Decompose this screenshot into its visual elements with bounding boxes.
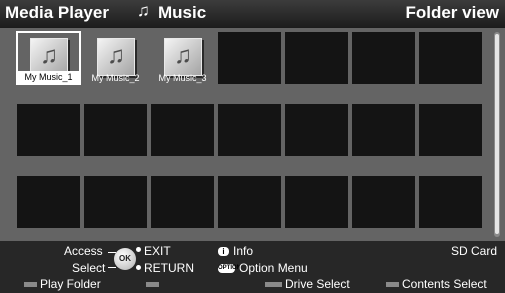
- empty-slot[interactable]: [285, 32, 348, 84]
- app-title: Media Player: [5, 3, 109, 22]
- empty-slot[interactable]: [218, 104, 281, 156]
- info-key: i Info: [218, 244, 253, 258]
- empty-slot[interactable]: [419, 104, 482, 156]
- info-icon: i: [218, 247, 229, 257]
- empty-slot[interactable]: [352, 104, 415, 156]
- contents-select-label: Contents Select: [402, 277, 487, 291]
- empty-slot[interactable]: [151, 104, 214, 156]
- return-label: RETURN: [144, 261, 194, 275]
- yellow-key-swatch: [265, 282, 282, 288]
- option-menu-key: OPTIONOption Menu: [218, 261, 308, 275]
- empty-slot[interactable]: [151, 176, 214, 228]
- folder-item[interactable]: ♫ My Music_3: [151, 32, 214, 84]
- empty-slot[interactable]: [419, 176, 482, 228]
- empty-slot[interactable]: [84, 176, 147, 228]
- empty-slot[interactable]: [285, 104, 348, 156]
- option-menu-label: Option Menu: [239, 261, 308, 275]
- folder-item[interactable]: ♫ My Music_1: [16, 31, 81, 85]
- scrollbar[interactable]: [494, 32, 500, 237]
- play-folder-key: Play Folder: [24, 277, 101, 291]
- folder-label: My Music_3: [158, 73, 207, 83]
- music-folder-icon: ♫: [97, 38, 135, 76]
- view-mode-label: Folder view: [405, 3, 499, 22]
- folder-item[interactable]: ♫ My Music_2: [84, 32, 147, 84]
- music-note-icon: ♫: [40, 42, 58, 69]
- empty-slot[interactable]: [218, 176, 281, 228]
- empty-slot[interactable]: [285, 176, 348, 228]
- select-leader-line: [108, 267, 116, 268]
- empty-slot[interactable]: [352, 176, 415, 228]
- music-note-icon: ♫: [137, 1, 150, 20]
- blue-key-swatch: [386, 282, 399, 288]
- folder-label: My Music_2: [91, 73, 140, 83]
- access-label: Access: [64, 244, 103, 258]
- music-folder-icon: ♫: [164, 38, 202, 76]
- drive-select-label: Drive Select: [285, 277, 350, 291]
- music-note-icon: ♫: [174, 42, 192, 69]
- empty-slot[interactable]: [419, 32, 482, 84]
- red-key-swatch: [24, 282, 37, 288]
- exit-dot-icon: [136, 247, 141, 252]
- play-folder-label: Play Folder: [40, 277, 101, 291]
- empty-slot[interactable]: [352, 32, 415, 84]
- empty-slot[interactable]: [17, 176, 80, 228]
- category-title: Music: [158, 3, 207, 22]
- contents-select-key: Contents Select: [386, 277, 487, 291]
- title-bar: Media Player ♫ Music Folder view: [0, 0, 505, 28]
- ok-dpad-icon: OK: [114, 248, 136, 270]
- empty-slot[interactable]: [218, 32, 281, 84]
- drive-select-key: Drive Select: [265, 277, 350, 291]
- folder-label: My Music_1: [18, 71, 79, 83]
- music-note-icon: ♫: [107, 42, 125, 69]
- exit-label: EXIT: [144, 244, 171, 258]
- green-key: [146, 277, 162, 291]
- empty-slot[interactable]: [84, 104, 147, 156]
- option-icon: OPTION: [218, 264, 242, 274]
- device-label: SD Card: [450, 244, 497, 258]
- select-label: Select: [72, 261, 106, 275]
- green-key-swatch: [146, 282, 159, 288]
- return-dot-icon: [136, 265, 141, 270]
- footer-legend: Access Select OK EXIT RETURN i Info OPTIO…: [0, 241, 505, 293]
- folder-grid: ♫ My Music_1 ♫ My Music_2 ♫ My Music_3: [0, 28, 505, 241]
- info-label: Info: [233, 244, 254, 258]
- empty-slot[interactable]: [17, 104, 80, 156]
- scrollbar-thumb[interactable]: [495, 34, 499, 234]
